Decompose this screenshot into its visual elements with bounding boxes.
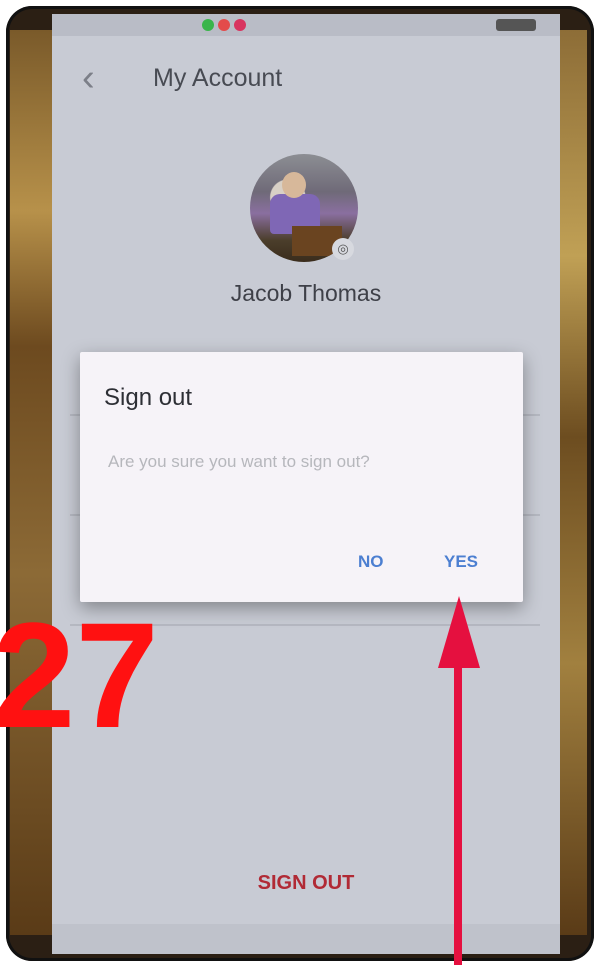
notification-icons	[202, 19, 246, 31]
no-button[interactable]: NO	[358, 552, 384, 572]
notification-icon	[234, 19, 246, 31]
sign-out-dialog: Sign out Are you sure you want to sign o…	[80, 352, 523, 602]
page-title: My Account	[153, 64, 283, 92]
annotation-arrow-line	[454, 660, 462, 965]
dialog-title: Sign out	[104, 384, 193, 411]
system-nav-bar	[52, 924, 560, 954]
camera-icon[interactable]: ◎	[332, 238, 354, 260]
battery-icon	[496, 19, 536, 31]
app-header: ‹ My Account	[52, 54, 560, 104]
photo-stage: ‹ My Account ◎ Jacob Thomas SIGN OUT Sig…	[0, 0, 599, 965]
yes-button[interactable]: YES	[444, 552, 478, 572]
step-number-annotation: 27	[0, 591, 159, 759]
notification-icon	[202, 19, 214, 31]
notification-icon	[218, 19, 230, 31]
back-arrow-icon[interactable]: ‹	[82, 54, 95, 102]
sign-out-button[interactable]: SIGN OUT	[52, 872, 560, 895]
status-bar	[52, 14, 560, 36]
user-name: Jacob Thomas	[230, 280, 382, 306]
avatar-head-shape	[282, 172, 306, 198]
background-wood-left	[10, 30, 52, 935]
annotation-arrow-head	[438, 596, 480, 668]
dialog-message: Are you sure you want to sign out?	[108, 452, 370, 471]
